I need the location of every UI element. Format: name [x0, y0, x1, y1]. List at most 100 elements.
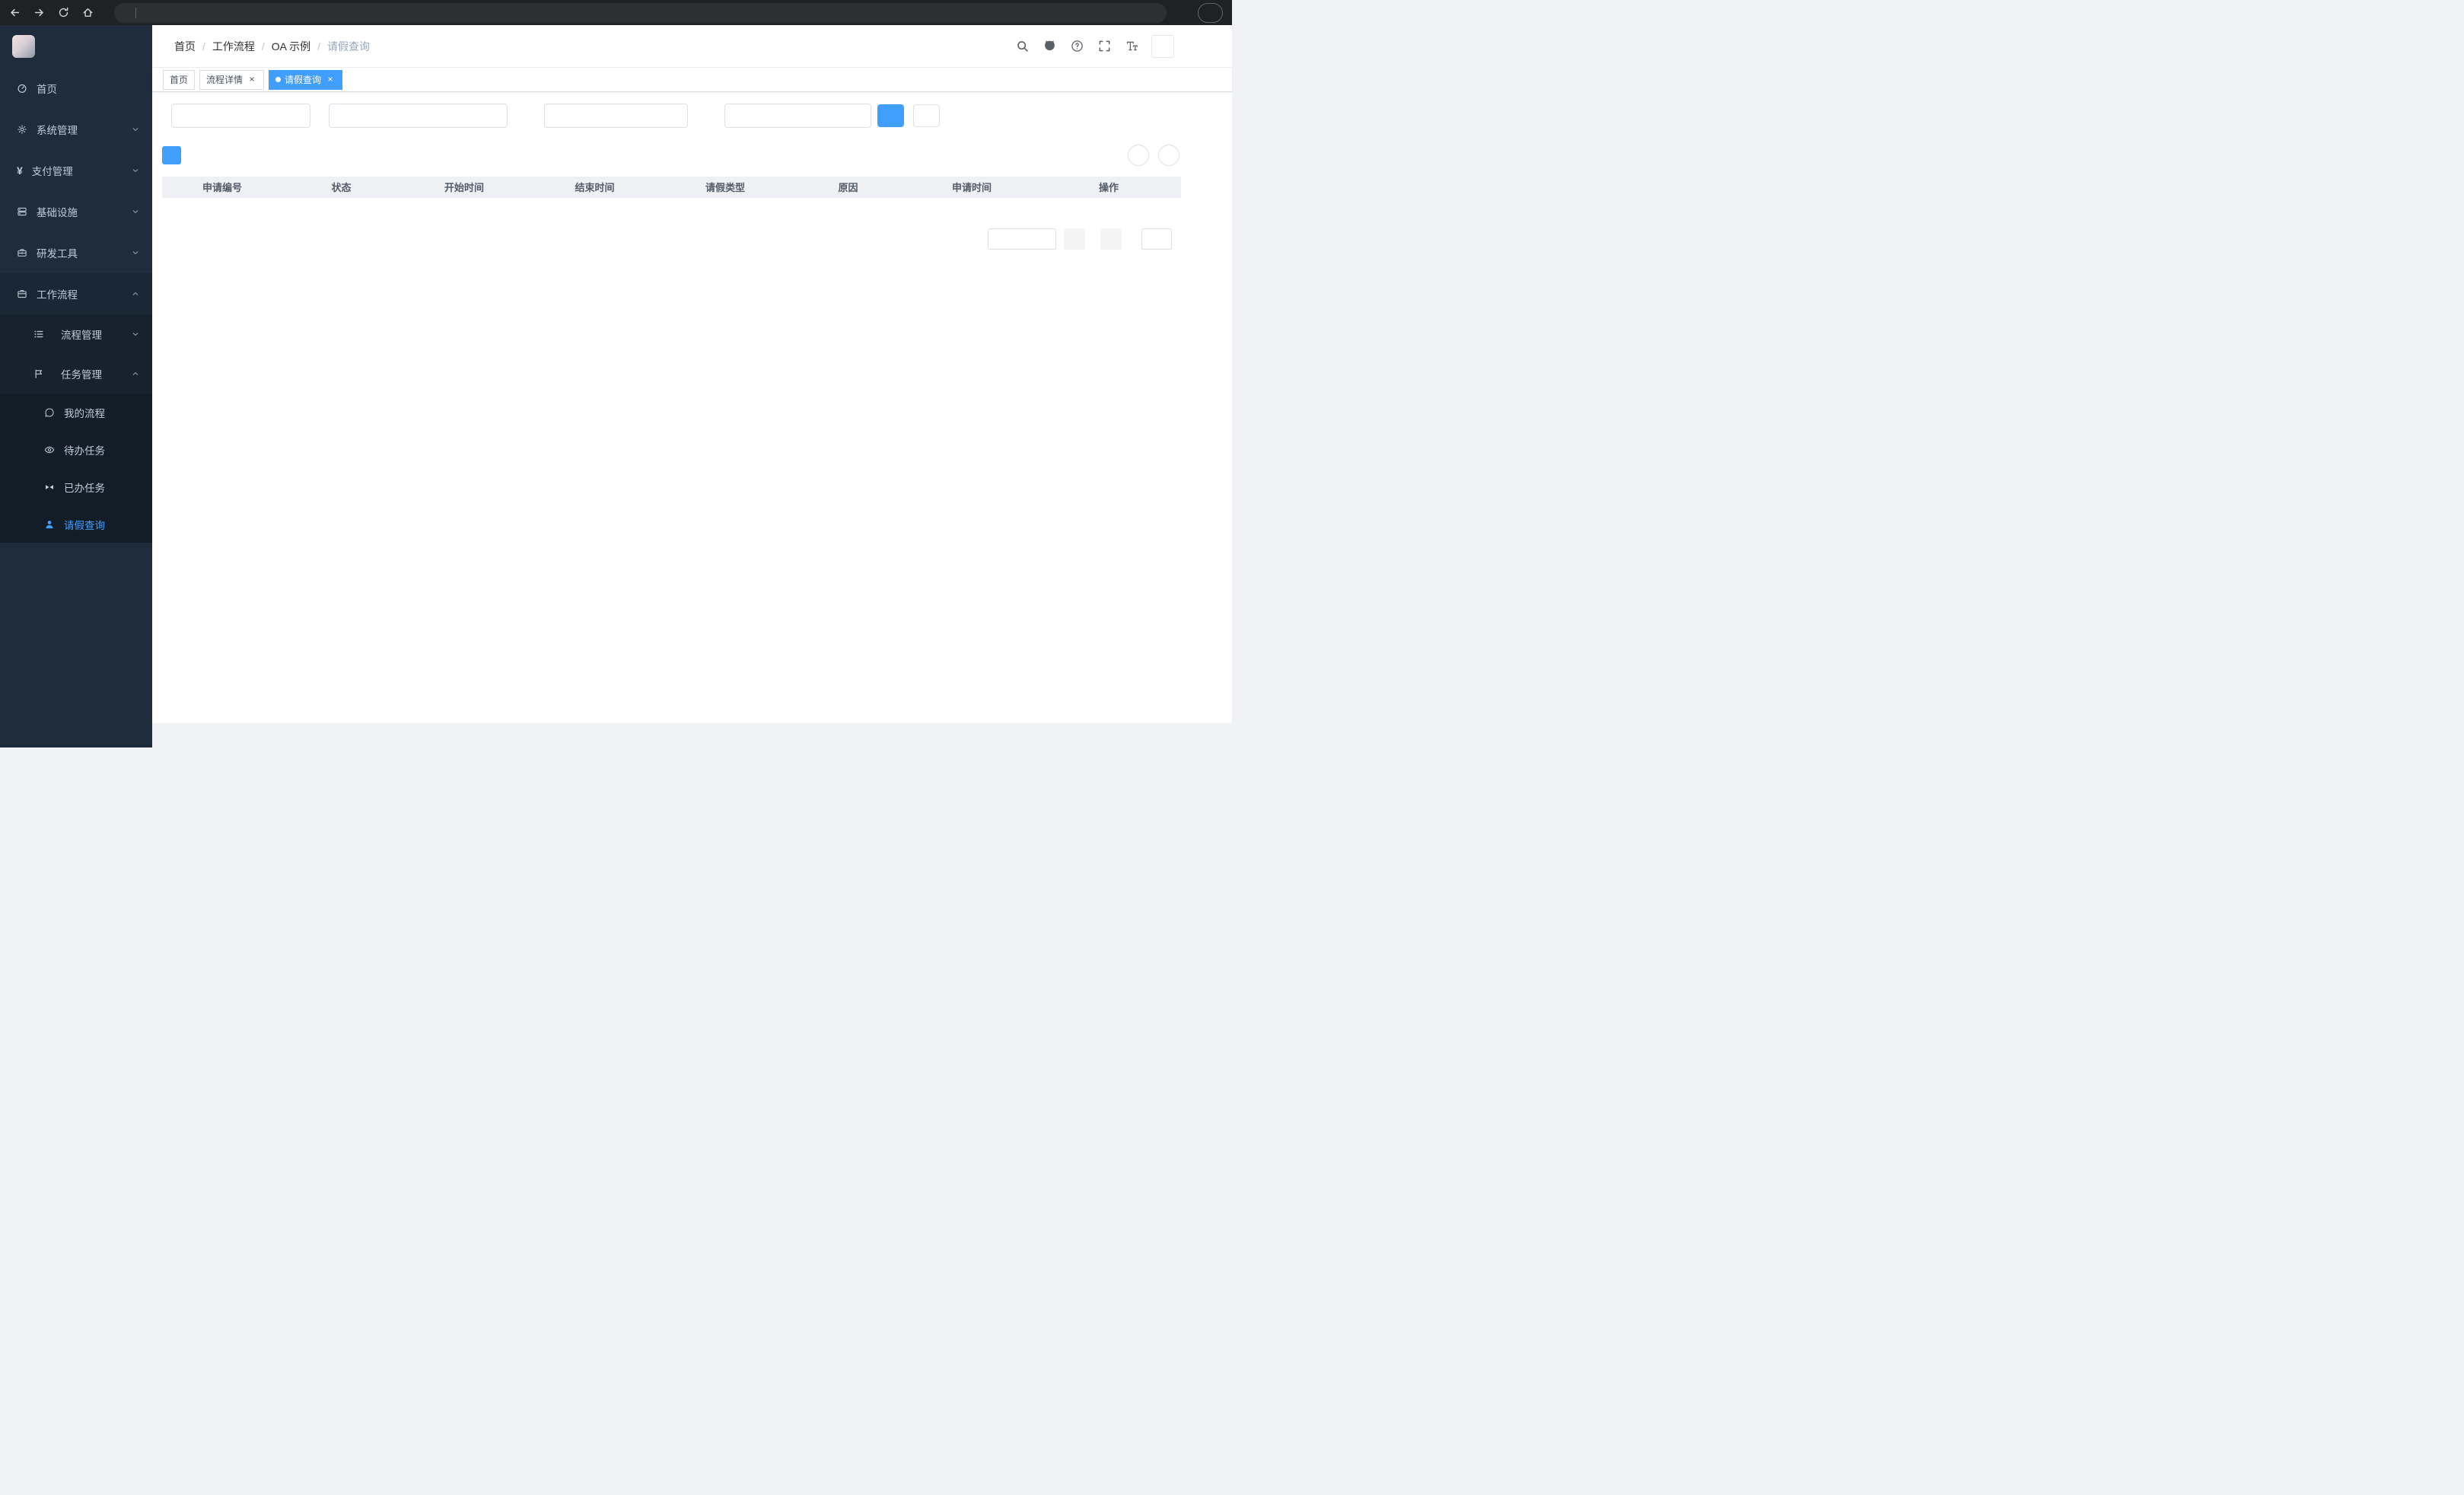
sidebar-item-process-mgmt[interactable]: 流程管理	[0, 314, 152, 354]
sidebar-item-home[interactable]: 首页	[0, 68, 152, 109]
update-button[interactable]	[1198, 2, 1223, 23]
chevron-down-icon	[131, 207, 140, 216]
toggle-search-button[interactable]	[1128, 145, 1149, 166]
main-area: 首页 / 工作流程 / OA 示例 / 请假查询 首页 流程详情 × 请假查询 ×	[152, 25, 1232, 748]
fontsize-icon[interactable]	[1125, 40, 1138, 53]
breadcrumb-item: 请假查询	[327, 40, 371, 53]
apply-time-range-picker[interactable]	[329, 104, 508, 128]
chevron-down-icon	[131, 125, 140, 134]
github-icon[interactable]	[1043, 40, 1056, 53]
table-settings	[1128, 145, 1179, 166]
fullscreen-icon[interactable]	[1098, 40, 1111, 53]
sidebar-item-payment[interactable]: ¥ 支付管理	[0, 150, 152, 191]
sidebar-item-task-mgmt[interactable]: 任务管理	[0, 354, 152, 394]
column-header: 申请编号	[162, 177, 282, 198]
breadcrumb-separator: /	[202, 40, 205, 53]
pagination	[162, 228, 1179, 250]
tabs-bar: 首页 流程详情 × 请假查询 ×	[152, 68, 1232, 92]
column-header: 状态	[282, 177, 400, 198]
tab-label: 流程详情	[206, 75, 244, 85]
browser-nav-buttons	[9, 7, 107, 18]
sidebar-item-done-tasks[interactable]: 已办任务	[0, 468, 152, 505]
create-leave-button[interactable]	[162, 146, 181, 164]
sidebar-item-label: 待办任务	[64, 445, 105, 457]
sidebar-item-label: 我的流程	[64, 407, 105, 419]
yen-icon: ¥	[17, 164, 23, 177]
next-page-button[interactable]	[1100, 228, 1122, 250]
navbar-tools	[1016, 40, 1138, 53]
forward-icon[interactable]	[33, 7, 45, 18]
search-button[interactable]	[877, 104, 904, 127]
app: 首页 系统管理 ¥ 支付管理 基础设施 研发工具 工作流程 流程管理 任务管理 我的流程 待办任务已…	[0, 25, 1232, 748]
breadcrumb-separator: /	[317, 40, 321, 53]
tab-process-detail[interactable]: 流程详情 ×	[199, 69, 265, 90]
toolbox-icon	[17, 247, 27, 258]
column-header: 结束时间	[528, 177, 661, 198]
sidebar-item-label: 流程管理	[61, 330, 102, 341]
logo-avatar	[12, 35, 35, 58]
tab-label: 请假查询	[285, 75, 322, 85]
logo[interactable]	[0, 25, 152, 68]
breadcrumb-item[interactable]: 工作流程	[212, 39, 255, 54]
bowtie-icon	[44, 482, 55, 492]
sidebar-item-label: 研发工具	[37, 248, 78, 260]
sidebar-item-label: 请假查询	[64, 519, 105, 531]
sidebar-item-devtools[interactable]: 研发工具	[0, 232, 152, 273]
sidebar-item-my-process[interactable]: 我的流程	[0, 394, 152, 431]
question-icon[interactable]	[1071, 40, 1084, 53]
sidebar-item-leave-query[interactable]: 请假查询	[0, 505, 152, 543]
reason-input[interactable]	[724, 104, 871, 128]
sidebar-item-todo-tasks[interactable]: 待办任务	[0, 431, 152, 468]
top-navbar: 首页 / 工作流程 / OA 示例 / 请假查询	[152, 25, 1232, 68]
leave-type-select[interactable]	[171, 104, 310, 128]
breadcrumb-separator: /	[261, 40, 265, 53]
chevron-up-icon	[131, 289, 140, 298]
close-icon[interactable]: ×	[325, 74, 336, 85]
user-icon	[44, 519, 55, 530]
column-header: 开始时间	[400, 177, 528, 198]
breadcrumb-item[interactable]: 首页	[174, 39, 196, 54]
page-size-select[interactable]	[988, 228, 1056, 250]
gauge-icon	[17, 83, 27, 94]
prev-page-button[interactable]	[1064, 228, 1085, 250]
breadcrumb-item[interactable]: OA 示例	[272, 39, 310, 54]
column-header: 请假类型	[661, 177, 789, 198]
list-icon	[33, 329, 44, 339]
sidebar-item-label: 系统管理	[37, 125, 78, 136]
search-icon[interactable]	[1016, 40, 1029, 53]
home-icon[interactable]	[82, 7, 94, 18]
sidebar-item-label: 支付管理	[31, 166, 73, 177]
tab-home[interactable]: 首页	[163, 69, 196, 90]
sidebar-item-label: 基础设施	[37, 207, 78, 218]
leave-table: 申请编号 状态 开始时间 结束时间 请假类型 原因 申请时间 操作	[162, 177, 1181, 198]
close-icon[interactable]: ×	[247, 74, 257, 85]
refresh-table-button[interactable]	[1158, 145, 1179, 166]
chevron-down-icon	[131, 166, 140, 175]
filter-form	[162, 104, 1179, 128]
result-select[interactable]	[544, 104, 688, 128]
column-header: 申请时间	[907, 177, 1036, 198]
column-header: 操作	[1036, 177, 1181, 198]
eye-icon	[44, 445, 55, 455]
back-icon[interactable]	[9, 7, 21, 18]
sidebar-item-infrastructure[interactable]: 基础设施	[0, 191, 152, 232]
sidebar-item-workflow[interactable]: 工作流程	[0, 273, 152, 314]
sidebar-item-system[interactable]: 系统管理	[0, 109, 152, 150]
sidebar: 首页系统管理 ¥ 支付管理基础设施研发工具工作流程流程管理任务管理我的流程待办任务已…	[0, 25, 152, 748]
chevron-up-icon	[131, 369, 140, 378]
goto-page-input[interactable]	[1141, 228, 1172, 250]
sidebar-item-label: 任务管理	[61, 369, 102, 381]
chevron-down-icon	[131, 248, 140, 257]
column-header: 原因	[789, 177, 907, 198]
active-tab-dot	[275, 77, 282, 82]
url-bar[interactable]	[114, 2, 1167, 23]
tab-label: 首页	[170, 75, 189, 85]
table-toolbar	[162, 145, 1179, 166]
avatar[interactable]	[1151, 34, 1174, 58]
reload-icon[interactable]	[58, 7, 69, 18]
chevron-down-icon	[131, 330, 140, 339]
reset-button[interactable]	[913, 104, 940, 127]
sidebar-menu: 首页系统管理 ¥ 支付管理基础设施研发工具工作流程流程管理任务管理我的流程待办任务已…	[0, 68, 152, 543]
tab-leave-query[interactable]: 请假查询 ×	[269, 69, 343, 90]
leave-query-page: 申请编号 状态 开始时间 结束时间 请假类型 原因 申请时间 操作	[152, 92, 1232, 723]
